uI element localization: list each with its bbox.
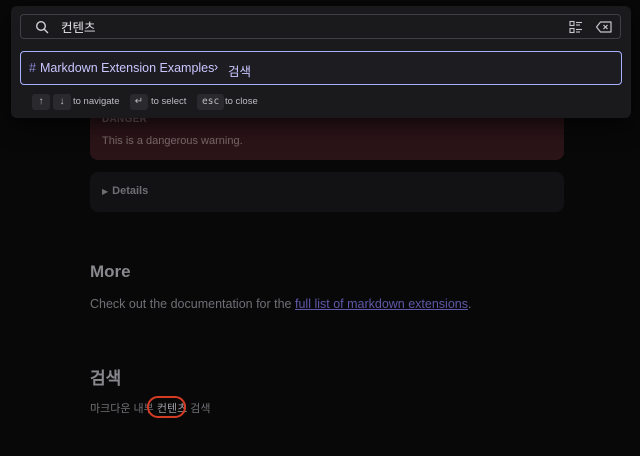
more-text-after: . xyxy=(468,297,472,311)
detail-view-icon[interactable] xyxy=(569,20,583,34)
details-label: Details xyxy=(112,185,149,197)
arrow-down-key: ↓ xyxy=(53,94,71,110)
danger-text: This is a dangerous warning. xyxy=(102,135,243,147)
result-subtitle: 검색 xyxy=(228,65,252,79)
details-block[interactable]: ▶ Details xyxy=(90,172,564,212)
triangle-right-icon: ▶ xyxy=(102,187,109,196)
arrow-up-key: ↑ xyxy=(32,94,50,110)
search-icon xyxy=(35,20,49,34)
close-hint: to close xyxy=(225,96,258,107)
markdown-extensions-link[interactable]: full list of markdown extensions xyxy=(295,297,468,311)
search-result-item[interactable]: # Markdown Extension Examples › 검색 xyxy=(20,51,622,85)
more-text-before: Check out the documentation for the xyxy=(90,297,295,311)
heading-more: More xyxy=(90,262,131,281)
navigate-hint: to navigate xyxy=(73,96,120,107)
search-bar xyxy=(20,14,621,39)
heading-search: 검색 xyxy=(90,369,122,388)
details-summary[interactable]: ▶ Details xyxy=(102,185,148,197)
more-paragraph: Check out the documentation for the full… xyxy=(90,297,471,311)
result-title: Markdown Extension Examples xyxy=(40,61,215,75)
search-input[interactable] xyxy=(61,15,541,38)
esc-key: esc xyxy=(197,94,225,110)
enter-key: ↵ xyxy=(130,94,148,110)
search-modal: # Markdown Extension Examples › 검색 ↑ ↓ t… xyxy=(11,6,631,118)
select-hint: to select xyxy=(151,96,187,107)
highlight-ring xyxy=(147,396,186,418)
search-footer: ↑ ↓ to navigate ↵ to select esc to close xyxy=(20,94,620,112)
search-text-after: 검색 xyxy=(187,403,211,415)
result-separator: › xyxy=(214,60,219,74)
backspace-clear-icon[interactable] xyxy=(595,20,613,34)
result-hash: # xyxy=(29,61,36,75)
